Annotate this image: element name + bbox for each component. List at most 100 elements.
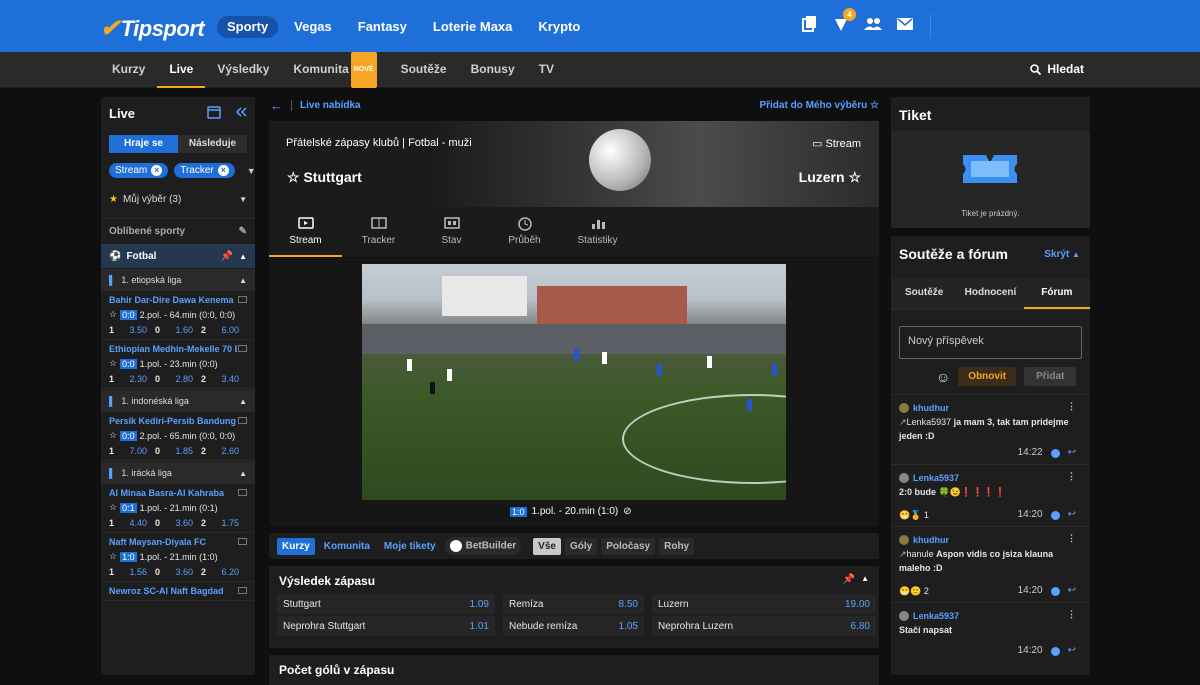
comment-user[interactable]: Lenka5937 <box>913 471 959 485</box>
nav-fantasy[interactable]: Fantasy <box>348 16 417 38</box>
comment-user[interactable]: khudhur <box>913 533 949 547</box>
star-icon[interactable]: ☆ <box>109 551 117 562</box>
league-header[interactable]: ▌ 1. indonéská liga ▲ <box>101 390 255 412</box>
odd-home[interactable]: 1 1.56 <box>109 567 155 577</box>
bets-icon[interactable]: 4 <box>832 8 856 33</box>
tab-komunita[interactable]: Komunita <box>319 538 375 555</box>
star-icon[interactable]: ☆ <box>109 502 117 513</box>
tab-prubeh[interactable]: Průběh <box>488 213 561 257</box>
tab-hraje-se[interactable]: Hraje se <box>109 135 178 153</box>
tab-statistiky[interactable]: Statistiky <box>561 213 634 257</box>
match-item[interactable]: Bahir Dar-Dire Dawa Kenema ☆ 0:0 2.pol. - … <box>101 291 255 340</box>
filter-vse[interactable]: Vše <box>533 537 561 555</box>
odd-away[interactable]: 2 6.00 <box>201 325 247 335</box>
eye-off-icon[interactable]: ⊘ <box>623 506 631 517</box>
subnav-kurzy[interactable]: Kurzy <box>100 52 157 88</box>
reply-icon[interactable]: ↩ <box>1068 446 1076 460</box>
odd-cell[interactable]: Stuttgart 1.09 <box>277 594 495 614</box>
chevron-down-icon[interactable]: ▼ <box>247 166 255 176</box>
sport-fotbal[interactable]: ⚽ Fotbal 📌 ▲ <box>101 244 255 268</box>
tab-kurzy[interactable]: Kurzy <box>277 537 315 555</box>
emoji-react-icon[interactable] <box>1050 510 1060 520</box>
away-team[interactable]: Luzern ☆ <box>799 169 861 186</box>
odd-draw[interactable]: 0 3.60 <box>155 567 201 577</box>
nav-sporty[interactable]: Sporty <box>217 16 279 38</box>
mail-icon[interactable] <box>896 15 914 33</box>
tab-moje-tikety[interactable]: Moje tikety <box>379 538 441 555</box>
pin-icon[interactable]: 📌 <box>843 574 855 585</box>
add-to-favourites[interactable]: Přidat do Mého výběru ☆ <box>759 100 879 111</box>
chip-tracker[interactable]: Tracker × <box>174 163 235 178</box>
nav-krypto[interactable]: Krypto <box>528 16 590 38</box>
close-icon[interactable]: × <box>151 165 163 176</box>
match-item[interactable]: Persik Kediri-Persib Bandung ☆ 0:0 2.pol. … <box>101 412 255 461</box>
chevron-up-icon[interactable]: ▲ <box>861 574 869 583</box>
add-post-button[interactable]: Přidat <box>1024 367 1077 386</box>
odd-draw[interactable]: 0 2.80 <box>155 374 201 384</box>
subnav-vysledky[interactable]: Výsledky <box>205 52 281 88</box>
hide-button[interactable]: Skrýt ▲ <box>1044 249 1080 260</box>
match-name[interactable]: Persik Kediri-Persib Bandung <box>109 416 237 426</box>
tab-nasleduje[interactable]: Následuje <box>178 135 247 153</box>
tipsport-logo[interactable]: ✔ Tipsport <box>100 14 205 43</box>
odd-draw[interactable]: 0 3.60 <box>155 518 201 528</box>
stream-link[interactable]: ▭ Stream <box>812 137 861 150</box>
match-item[interactable]: Ethiopian Medhin-Mekelle 70 E... ☆ 0:0 1.p… <box>101 340 255 389</box>
subnav-souteze[interactable]: Soutěže <box>389 52 459 88</box>
chevron-up-icon[interactable]: ▲ <box>239 252 247 261</box>
subnav-live[interactable]: Live <box>157 52 206 88</box>
emoji-react-icon[interactable] <box>1050 448 1060 458</box>
more-icon[interactable]: ⋮ <box>1067 607 1076 621</box>
odd-home[interactable]: 1 7.00 <box>109 446 155 456</box>
star-icon[interactable]: ☆ <box>109 309 117 320</box>
odd-away[interactable]: 2 2.60 <box>201 446 247 456</box>
match-item[interactable]: Naft Maysan-Diyala FC ☆ 1:0 1.pol. - 21.mi… <box>101 533 255 582</box>
odd-cell[interactable]: Luzern 19.00 <box>652 594 876 614</box>
odd-away[interactable]: 2 6.20 <box>201 567 247 577</box>
tab-tracker[interactable]: Tracker <box>342 213 415 257</box>
filter-polocasy[interactable]: Poločasy <box>601 537 656 555</box>
emoji-react-icon[interactable] <box>1050 646 1060 656</box>
live-stream-video[interactable] <box>362 264 786 500</box>
tab-souteze[interactable]: Soutěže <box>891 278 957 309</box>
back-arrow-icon[interactable]: ← <box>270 98 283 113</box>
star-icon[interactable]: ☆ <box>848 169 861 185</box>
my-selection-row[interactable]: ★ Můj výběr (3) ▼ <box>101 186 255 212</box>
emoji-icon[interactable]: ☺ <box>936 369 950 385</box>
star-icon[interactable]: ☆ <box>287 169 300 185</box>
reactions[interactable]: 😁🏅 1 <box>899 508 929 522</box>
odd-home[interactable]: 1 2.30 <box>109 374 155 384</box>
odd-away[interactable]: 2 1.75 <box>201 518 247 528</box>
reply-icon[interactable]: ↩ <box>1068 584 1076 598</box>
search-button[interactable]: Hledat <box>1030 52 1084 86</box>
community-icon[interactable] <box>864 15 882 33</box>
more-icon[interactable]: ⋮ <box>1067 399 1076 413</box>
comment-user[interactable]: Lenka5937 <box>913 609 959 623</box>
comment-user[interactable]: khudhur <box>913 401 949 415</box>
edit-icon[interactable]: ✎ <box>239 226 247 237</box>
nav-loterie-maxa[interactable]: Loterie Maxa <box>423 16 522 38</box>
match-name[interactable]: Ethiopian Medhin-Mekelle 70 E... <box>109 344 237 354</box>
market-goals[interactable]: Počet gólů v zápasu <box>269 655 879 685</box>
close-icon[interactable]: × <box>217 165 229 176</box>
tab-stav[interactable]: Stav <box>415 213 488 257</box>
league-header[interactable]: ▌ 1. etiopská liga ▲ <box>101 269 255 291</box>
nav-vegas[interactable]: Vegas <box>284 16 342 38</box>
emoji-react-icon[interactable] <box>1050 586 1060 596</box>
subnav-tv[interactable]: TV <box>527 52 566 88</box>
match-item[interactable]: Al Minaa Basra-Al Kahraba ☆ 0:1 1.pol. - 2… <box>101 484 255 533</box>
odd-cell[interactable]: Nebude remíza 1.05 <box>503 616 644 636</box>
odd-home[interactable]: 1 4.40 <box>109 518 155 528</box>
odd-cell[interactable]: Neprohra Luzern 6.80 <box>652 616 876 636</box>
breadcrumb-live[interactable]: Live nabídka <box>291 99 361 111</box>
refresh-button[interactable]: Obnovit <box>958 367 1017 386</box>
match-name[interactable]: Naft Maysan-Diyala FC <box>109 537 237 547</box>
calendar-icon[interactable] <box>207 105 221 119</box>
tab-forum[interactable]: Fórum <box>1023 278 1090 309</box>
filter-goly[interactable]: Góly <box>564 537 598 555</box>
match-name[interactable]: Newroz SC-Al Naft Bagdad <box>109 586 237 596</box>
tab-hodnoceni[interactable]: Hodnocení <box>957 278 1023 309</box>
market-header[interactable]: Výsledek zápasu 📌 ▲ <box>269 566 879 596</box>
home-team[interactable]: ☆ Stuttgart <box>287 169 362 186</box>
chip-stream[interactable]: Stream × <box>109 163 169 178</box>
